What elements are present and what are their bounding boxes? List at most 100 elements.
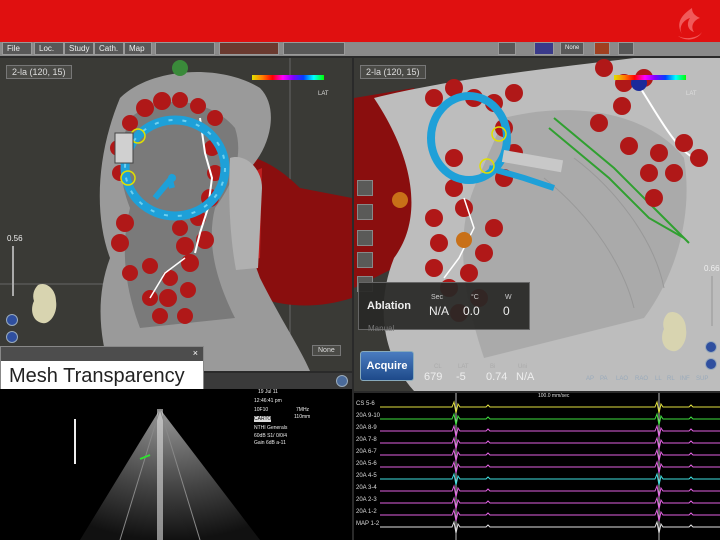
left-view-select[interactable]: 2-la (120, 15): [6, 65, 72, 79]
ecg-channel-label: 20A 9-10: [356, 413, 381, 419]
stat-header-lat: LAT: [458, 364, 469, 370]
view-button-sup[interactable]: SUP: [696, 376, 708, 382]
ecg-channel-label: CS 5-6: [356, 401, 375, 407]
toolbar-none-badge[interactable]: None: [560, 42, 584, 55]
toolbar-field-1[interactable]: [155, 42, 215, 55]
left-lat-colorbar: [252, 75, 324, 80]
ecg-trace-3: [380, 424, 720, 438]
stat-cl-value: 679: [424, 371, 443, 383]
ultrasound-header: [204, 373, 352, 389]
left-reset-button[interactable]: [6, 331, 18, 343]
ecg-trace-1: [380, 400, 720, 414]
right-reset-button[interactable]: [705, 358, 717, 370]
ecg-trace-7: [380, 472, 720, 486]
us-date: 19 Jul 11: [258, 389, 278, 395]
flame-logo-icon: [678, 8, 702, 40]
ecg-traces-panel: [354, 393, 720, 540]
ecg-channel-label: 20A 1-2: [356, 509, 377, 515]
mesh-dialog-titlebar: ×: [1, 347, 203, 361]
close-icon[interactable]: ×: [193, 348, 198, 358]
acquire-button[interactable]: Acquire: [360, 351, 414, 381]
header-banner: [0, 0, 720, 47]
ecg-channel-label: 20A 2-3: [356, 497, 377, 503]
stat-header-bi: Bi: [490, 364, 496, 370]
ultrasound-view: 19 Jul 11 12:46:41 pm 10F10 7MHz 110mm C…: [0, 389, 352, 540]
ablation-header-temp: °C: [471, 294, 479, 301]
stat-header-uni: Uni: [518, 364, 528, 370]
right-heart-orientation-icon: [662, 311, 687, 352]
us-info-4: CARTO: [254, 416, 272, 422]
menu-loc[interactable]: Loc.: [34, 42, 64, 55]
ablation-header-sec: Sec: [431, 294, 444, 301]
toolbar-icon-button[interactable]: [498, 42, 516, 55]
right-zoom-button[interactable]: [705, 341, 717, 353]
view-button-inf[interactable]: INF: [680, 376, 690, 382]
menu-file[interactable]: File: [2, 42, 32, 55]
left-lat-label: LAT: [318, 91, 329, 97]
view-button-lao[interactable]: LAO: [616, 376, 628, 382]
ecg-trace-2: [380, 412, 720, 426]
left-map-view[interactable]: 2-la (120, 15) LAT 0.56 None: [0, 58, 352, 371]
ablation-manual-label[interactable]: Manual: [368, 324, 394, 333]
right-lat-label: LAT: [686, 91, 697, 97]
right-map-view[interactable]: 2-la (120, 15) LAT 0.66: [354, 58, 720, 391]
stat-bi-value: 0.74: [486, 371, 508, 383]
toolbar-orange-button[interactable]: [594, 42, 610, 55]
view-button-rao[interactable]: RAO: [635, 376, 648, 382]
ecg-channel-label: 20A 8-9: [356, 425, 377, 431]
us-info-7: Gain 6dB a-11: [254, 440, 286, 446]
toolbar-field-3[interactable]: [283, 42, 345, 55]
right-slider-value: 0.66: [704, 264, 720, 273]
left-heart-orientation-icon: [32, 283, 57, 324]
left-display-select[interactable]: None: [312, 345, 341, 356]
ultrasound-toggle-button[interactable]: [336, 375, 348, 387]
mesh-transparency-title: Mesh Transparency: [9, 365, 185, 387]
ablation-watt-value: 0: [503, 304, 510, 318]
us-info-1: 10F10: [254, 407, 269, 413]
tool-button-4[interactable]: [357, 252, 373, 268]
right-lat-colorbar: [614, 75, 686, 80]
left-zoom-button[interactable]: [6, 314, 18, 326]
stat-lat-value: -5: [456, 371, 466, 383]
stat-header-cl: CL: [434, 364, 442, 370]
us-time: 12:46:41 pm: [254, 398, 282, 404]
toolbar-color-button[interactable]: [534, 42, 554, 55]
view-button-ap[interactable]: AP: [586, 376, 594, 382]
us-info-2: 7MHz: [296, 407, 310, 413]
menu-study[interactable]: Study: [64, 42, 94, 55]
ablation-panel: Ablation Sec °C W N/A 0.0 0: [358, 282, 530, 330]
ecg-channel-label: MAP 1-2: [356, 521, 380, 527]
ecg-traces: [380, 393, 720, 540]
right-zoom-slider[interactable]: [711, 276, 713, 326]
toolbar-button[interactable]: [618, 42, 634, 55]
us-info-6: 60dB S1/ 0/0/4: [254, 433, 288, 439]
stat-uni-value: N/A: [516, 371, 535, 383]
left-slider-value: 0.56: [7, 234, 23, 243]
view-button-ll[interactable]: LL: [655, 376, 662, 382]
ecg-channel-label: 20A 5-6: [356, 461, 377, 467]
ecg-channel-label: 20A 3-4: [356, 485, 377, 491]
menu-cath[interactable]: Cath.: [94, 42, 124, 55]
menu-map[interactable]: Map: [124, 42, 152, 55]
ecg-speed-label: 100.0 mm/sec: [538, 393, 570, 399]
ecg-channel-label: 20A 7-8: [356, 437, 377, 443]
view-button-rl[interactable]: RL: [667, 376, 675, 382]
left-zoom-slider[interactable]: [12, 246, 14, 296]
tool-button-2[interactable]: [357, 204, 373, 220]
view-button-pa[interactable]: PA: [600, 376, 608, 382]
us-info-3: 110mm: [294, 414, 311, 420]
ecg-trace-11: [380, 520, 720, 534]
tool-button-3[interactable]: [357, 230, 373, 246]
toolbar-field-2[interactable]: [219, 42, 279, 55]
us-info-5: NTHI Generals: [254, 425, 288, 431]
right-view-select[interactable]: 2-la (120, 15): [360, 65, 426, 79]
ecg-trace-8: [380, 484, 720, 498]
ablation-header-watt: W: [505, 294, 512, 301]
ablation-sec-value: N/A: [429, 304, 450, 318]
ablation-temp-value: 0.0: [463, 304, 480, 318]
ecg-channel-label: 20A 6-7: [356, 449, 377, 455]
tool-button-1[interactable]: [357, 180, 373, 196]
ablation-title: Ablation: [367, 300, 411, 312]
ecg-trace-9: [380, 496, 720, 510]
ecg-trace-10: [380, 508, 720, 522]
